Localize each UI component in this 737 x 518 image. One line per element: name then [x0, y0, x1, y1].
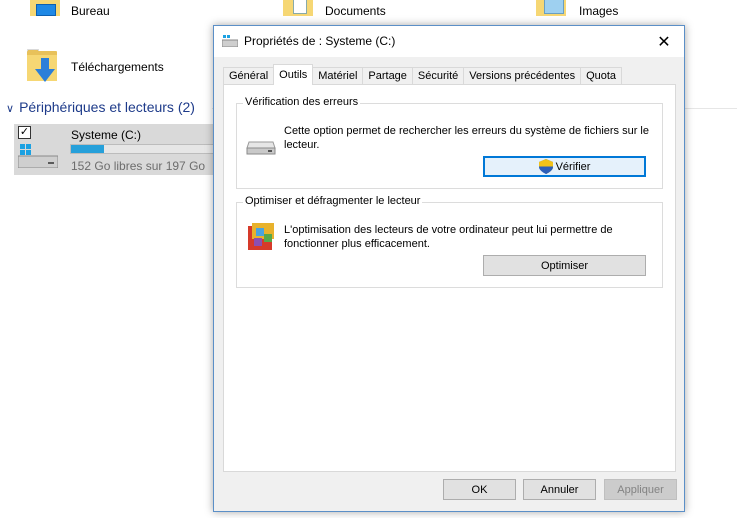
optimize-group: Optimiser et défragmenter le lecteur L'o… [236, 195, 663, 288]
drive-usage-fill [71, 145, 104, 153]
close-icon: ✕ [657, 33, 671, 51]
drive-icon [222, 35, 238, 47]
desktop-folder-icon [30, 0, 60, 16]
folder-label: Images [579, 4, 619, 18]
folder-label: Documents [325, 4, 386, 18]
error-check-description-line2: lecteur. [284, 139, 320, 151]
drive-name: Systeme (C:) [71, 128, 142, 142]
close-button[interactable]: ✕ [644, 26, 684, 57]
chevron-down-icon: ∨ [6, 103, 15, 115]
error-check-group: Vérification des erreurs Cette option pe… [236, 96, 663, 189]
ok-button[interactable]: OK [443, 479, 516, 500]
drive-tile-c[interactable]: ✓ Systeme (C:) 152 Go libres sur 197 Go [14, 124, 214, 175]
dialog-titlebar[interactable]: Propriétés de : Systeme (C:) ✕ [214, 26, 684, 57]
verify-button[interactable]: Vérifier [483, 156, 646, 177]
pictures-folder-icon [536, 0, 566, 16]
outils-panel: Vérification des erreurs Cette option pe… [223, 84, 676, 472]
tab-versions-precedentes[interactable]: Versions précédentes [463, 67, 582, 85]
cancel-button[interactable]: Annuler [523, 479, 596, 500]
folder-label: Téléchargements [71, 60, 164, 74]
tab-partage[interactable]: Partage [362, 67, 413, 85]
hard-drive-icon [246, 141, 276, 155]
drive-free-space: 152 Go libres sur 197 Go [71, 159, 206, 173]
tab-outils[interactable]: Outils [273, 64, 314, 85]
tab-strip: Général Outils Matériel Partage Sécurité… [223, 64, 623, 85]
defragment-icon [248, 223, 274, 250]
tab-general[interactable]: Général [223, 67, 275, 85]
optimize-description-line2: fonctionner plus efficacement. [284, 238, 430, 250]
optimize-title: Optimiser et défragmenter le lecteur [243, 195, 423, 207]
selection-checkbox[interactable]: ✓ [18, 126, 31, 139]
folder-label: Bureau [71, 4, 110, 18]
tab-materiel[interactable]: Matériel [312, 67, 364, 85]
downloads-folder-icon [27, 48, 57, 84]
dialog-title: Propriétés de : Systeme (C:) [244, 34, 396, 48]
uac-shield-icon [538, 159, 553, 174]
verify-button-label: Vérifier [555, 160, 591, 173]
error-check-title: Vérification des erreurs [243, 96, 361, 108]
error-check-description-line1: Cette option permet de rechercher les er… [284, 125, 649, 137]
optimize-button[interactable]: Optimiser [483, 255, 646, 276]
group-header-label: Périphériques et lecteurs (2) [19, 99, 195, 115]
tab-quota[interactable]: Quota [580, 67, 623, 85]
drives-group-header[interactable]: ∨ Périphériques et lecteurs (2) [6, 99, 195, 115]
properties-dialog: Propriétés de : Systeme (C:) ✕ Général O… [213, 25, 685, 512]
windows-drive-icon [18, 144, 58, 168]
apply-button[interactable]: Appliquer [604, 479, 677, 500]
documents-folder-icon [283, 0, 313, 16]
drive-usage-bar [70, 144, 214, 154]
optimize-description-line1: L'optimisation des lecteurs de votre ord… [284, 224, 613, 236]
tab-securite[interactable]: Sécurité [411, 67, 465, 85]
